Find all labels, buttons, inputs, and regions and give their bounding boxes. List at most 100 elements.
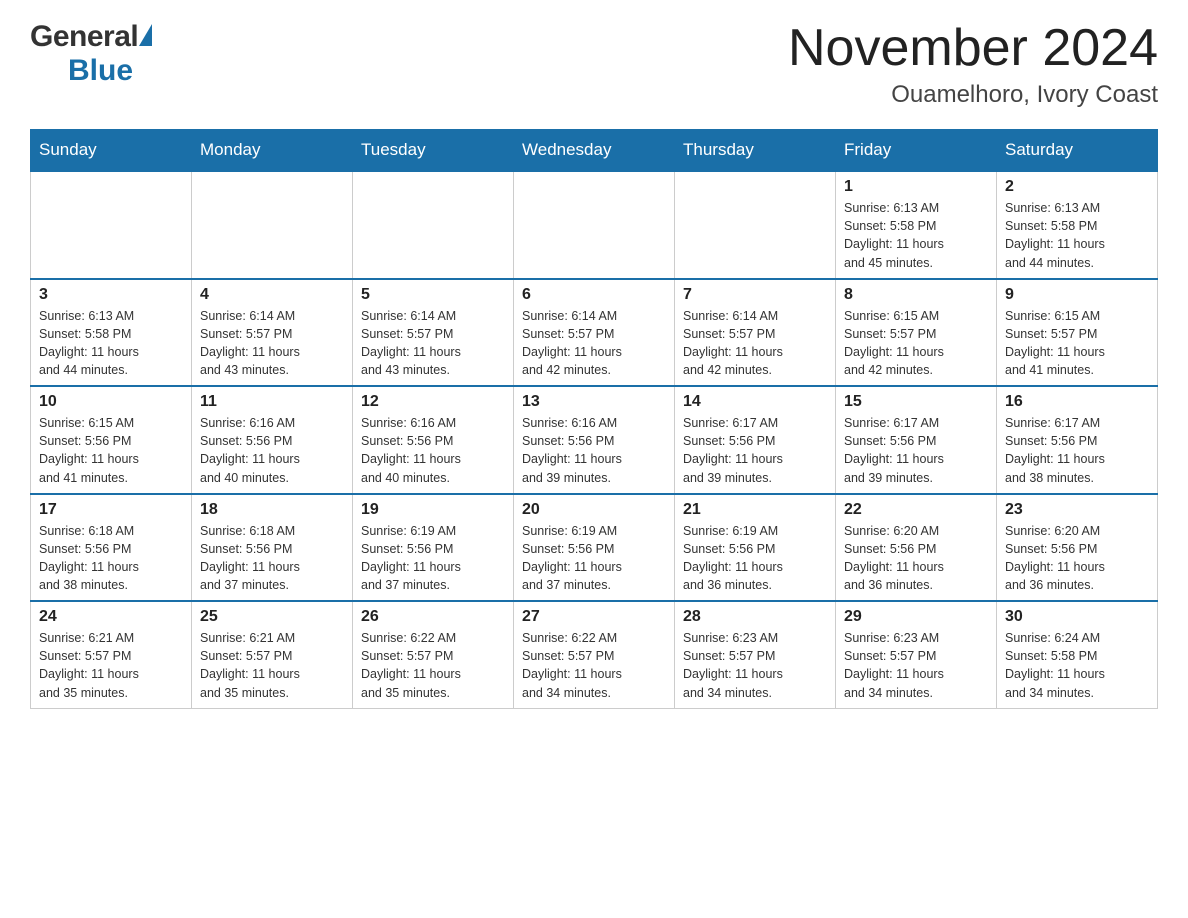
day-info: Sunrise: 6:17 AM Sunset: 5:56 PM Dayligh…: [683, 414, 827, 487]
calendar-day-cell: 24 Sunrise: 6:21 AM Sunset: 5:57 PM Dayli…: [31, 601, 192, 708]
day-number: 22: [844, 501, 988, 519]
day-info: Sunrise: 6:22 AM Sunset: 5:57 PM Dayligh…: [522, 629, 666, 702]
calendar-day-cell: 23 Sunrise: 6:20 AM Sunset: 5:56 PM Dayli…: [997, 494, 1158, 602]
calendar-day-cell: 15 Sunrise: 6:17 AM Sunset: 5:56 PM Dayli…: [836, 386, 997, 494]
day-number: 16: [1005, 393, 1149, 411]
calendar-week-row: 10 Sunrise: 6:15 AM Sunset: 5:56 PM Dayli…: [31, 386, 1158, 494]
calendar-day-cell: 3Sunrise: 6:13 AM Sunset: 5:58 PM Daylig…: [31, 279, 192, 387]
day-number: 14: [683, 393, 827, 411]
day-info: Sunrise: 6:23 AM Sunset: 5:57 PM Dayligh…: [844, 629, 988, 702]
day-info: Sunrise: 6:24 AM Sunset: 5:58 PM Dayligh…: [1005, 629, 1149, 702]
day-number: 17: [39, 501, 183, 519]
calendar-week-row: 3Sunrise: 6:13 AM Sunset: 5:58 PM Daylig…: [31, 279, 1158, 387]
calendar-day-cell: 8Sunrise: 6:15 AM Sunset: 5:57 PM Daylig…: [836, 279, 997, 387]
day-info: Sunrise: 6:13 AM Sunset: 5:58 PM Dayligh…: [1005, 199, 1149, 272]
day-info: Sunrise: 6:14 AM Sunset: 5:57 PM Dayligh…: [200, 307, 344, 380]
calendar-day-cell: 2Sunrise: 6:13 AM Sunset: 5:58 PM Daylig…: [997, 171, 1158, 279]
day-number: 4: [200, 286, 344, 304]
calendar-day-header: Monday: [192, 130, 353, 172]
calendar-day-cell: [675, 171, 836, 279]
day-number: 21: [683, 501, 827, 519]
day-info: Sunrise: 6:14 AM Sunset: 5:57 PM Dayligh…: [522, 307, 666, 380]
day-number: 24: [39, 608, 183, 626]
calendar-day-cell: 6 Sunrise: 6:14 AM Sunset: 5:57 PM Daylig…: [514, 279, 675, 387]
calendar-day-cell: [192, 171, 353, 279]
calendar-day-cell: 4 Sunrise: 6:14 AM Sunset: 5:57 PM Daylig…: [192, 279, 353, 387]
title-section: November 2024 Ouamelhoro, Ivory Coast: [788, 20, 1158, 109]
logo-general-text: General: [30, 20, 138, 54]
day-info: Sunrise: 6:16 AM Sunset: 5:56 PM Dayligh…: [200, 414, 344, 487]
day-number: 8: [844, 286, 988, 304]
day-number: 30: [1005, 608, 1149, 626]
day-number: 18: [200, 501, 344, 519]
day-info: Sunrise: 6:18 AM Sunset: 5:56 PM Dayligh…: [39, 522, 183, 595]
calendar-day-cell: 22 Sunrise: 6:20 AM Sunset: 5:56 PM Dayli…: [836, 494, 997, 602]
day-number: 15: [844, 393, 988, 411]
day-number: 13: [522, 393, 666, 411]
day-info: Sunrise: 6:20 AM Sunset: 5:56 PM Dayligh…: [1005, 522, 1149, 595]
calendar-day-cell: 5 Sunrise: 6:14 AM Sunset: 5:57 PM Daylig…: [353, 279, 514, 387]
calendar-day-header: Wednesday: [514, 130, 675, 172]
day-info: Sunrise: 6:21 AM Sunset: 5:57 PM Dayligh…: [200, 629, 344, 702]
day-number: 7: [683, 286, 827, 304]
calendar-day-cell: 17 Sunrise: 6:18 AM Sunset: 5:56 PM Dayli…: [31, 494, 192, 602]
day-info: Sunrise: 6:20 AM Sunset: 5:56 PM Dayligh…: [844, 522, 988, 595]
location-subtitle: Ouamelhoro, Ivory Coast: [788, 81, 1158, 109]
day-info: Sunrise: 6:15 AM Sunset: 5:56 PM Dayligh…: [39, 414, 183, 487]
day-info: Sunrise: 6:13 AM Sunset: 5:58 PM Dayligh…: [844, 199, 988, 272]
day-number: 20: [522, 501, 666, 519]
day-number: 9: [1005, 286, 1149, 304]
day-info: Sunrise: 6:18 AM Sunset: 5:56 PM Dayligh…: [200, 522, 344, 595]
day-info: Sunrise: 6:16 AM Sunset: 5:56 PM Dayligh…: [522, 414, 666, 487]
month-year-title: November 2024: [788, 20, 1158, 77]
calendar-day-cell: 11Sunrise: 6:16 AM Sunset: 5:56 PM Dayli…: [192, 386, 353, 494]
calendar-day-cell: [514, 171, 675, 279]
calendar-week-row: 1Sunrise: 6:13 AM Sunset: 5:58 PM Daylig…: [31, 171, 1158, 279]
calendar-day-cell: 21 Sunrise: 6:19 AM Sunset: 5:56 PM Dayli…: [675, 494, 836, 602]
page-header: General Blue November 2024 Ouamelhoro, I…: [30, 20, 1158, 109]
calendar-day-header: Sunday: [31, 130, 192, 172]
day-number: 5: [361, 286, 505, 304]
day-number: 23: [1005, 501, 1149, 519]
calendar-day-cell: 27 Sunrise: 6:22 AM Sunset: 5:57 PM Dayli…: [514, 601, 675, 708]
calendar-day-cell: [31, 171, 192, 279]
calendar-day-cell: 7 Sunrise: 6:14 AM Sunset: 5:57 PM Daylig…: [675, 279, 836, 387]
calendar-day-cell: 18 Sunrise: 6:18 AM Sunset: 5:56 PM Dayli…: [192, 494, 353, 602]
day-info: Sunrise: 6:16 AM Sunset: 5:56 PM Dayligh…: [361, 414, 505, 487]
day-info: Sunrise: 6:17 AM Sunset: 5:56 PM Dayligh…: [844, 414, 988, 487]
calendar-day-cell: 1Sunrise: 6:13 AM Sunset: 5:58 PM Daylig…: [836, 171, 997, 279]
day-info: Sunrise: 6:15 AM Sunset: 5:57 PM Dayligh…: [1005, 307, 1149, 380]
calendar-day-header: Tuesday: [353, 130, 514, 172]
day-info: Sunrise: 6:14 AM Sunset: 5:57 PM Dayligh…: [683, 307, 827, 380]
day-info: Sunrise: 6:23 AM Sunset: 5:57 PM Dayligh…: [683, 629, 827, 702]
logo-arrow-icon: [139, 24, 152, 46]
day-info: Sunrise: 6:22 AM Sunset: 5:57 PM Dayligh…: [361, 629, 505, 702]
calendar-table: SundayMondayTuesdayWednesdayThursdayFrid…: [30, 129, 1158, 709]
calendar-day-cell: 28Sunrise: 6:23 AM Sunset: 5:57 PM Dayli…: [675, 601, 836, 708]
day-info: Sunrise: 6:19 AM Sunset: 5:56 PM Dayligh…: [361, 522, 505, 595]
day-info: Sunrise: 6:21 AM Sunset: 5:57 PM Dayligh…: [39, 629, 183, 702]
calendar-day-cell: 10 Sunrise: 6:15 AM Sunset: 5:56 PM Dayli…: [31, 386, 192, 494]
day-info: Sunrise: 6:13 AM Sunset: 5:58 PM Dayligh…: [39, 307, 183, 380]
day-info: Sunrise: 6:19 AM Sunset: 5:56 PM Dayligh…: [522, 522, 666, 595]
calendar-week-row: 24 Sunrise: 6:21 AM Sunset: 5:57 PM Dayli…: [31, 601, 1158, 708]
day-number: 26: [361, 608, 505, 626]
calendar-day-cell: 29Sunrise: 6:23 AM Sunset: 5:57 PM Dayli…: [836, 601, 997, 708]
day-info: Sunrise: 6:17 AM Sunset: 5:56 PM Dayligh…: [1005, 414, 1149, 487]
day-number: 6: [522, 286, 666, 304]
calendar-day-cell: 13 Sunrise: 6:16 AM Sunset: 5:56 PM Dayli…: [514, 386, 675, 494]
calendar-day-cell: 20 Sunrise: 6:19 AM Sunset: 5:56 PM Dayli…: [514, 494, 675, 602]
calendar-header-row: SundayMondayTuesdayWednesdayThursdayFrid…: [31, 130, 1158, 172]
day-number: 27: [522, 608, 666, 626]
calendar-day-cell: 9 Sunrise: 6:15 AM Sunset: 5:57 PM Daylig…: [997, 279, 1158, 387]
day-number: 12: [361, 393, 505, 411]
logo: General Blue: [30, 20, 152, 88]
day-info: Sunrise: 6:14 AM Sunset: 5:57 PM Dayligh…: [361, 307, 505, 380]
day-info: Sunrise: 6:19 AM Sunset: 5:56 PM Dayligh…: [683, 522, 827, 595]
calendar-day-cell: 26 Sunrise: 6:22 AM Sunset: 5:57 PM Dayli…: [353, 601, 514, 708]
calendar-day-cell: 12 Sunrise: 6:16 AM Sunset: 5:56 PM Dayli…: [353, 386, 514, 494]
day-number: 25: [200, 608, 344, 626]
calendar-day-cell: 30 Sunrise: 6:24 AM Sunset: 5:58 PM Dayli…: [997, 601, 1158, 708]
calendar-day-header: Thursday: [675, 130, 836, 172]
day-number: 10: [39, 393, 183, 411]
